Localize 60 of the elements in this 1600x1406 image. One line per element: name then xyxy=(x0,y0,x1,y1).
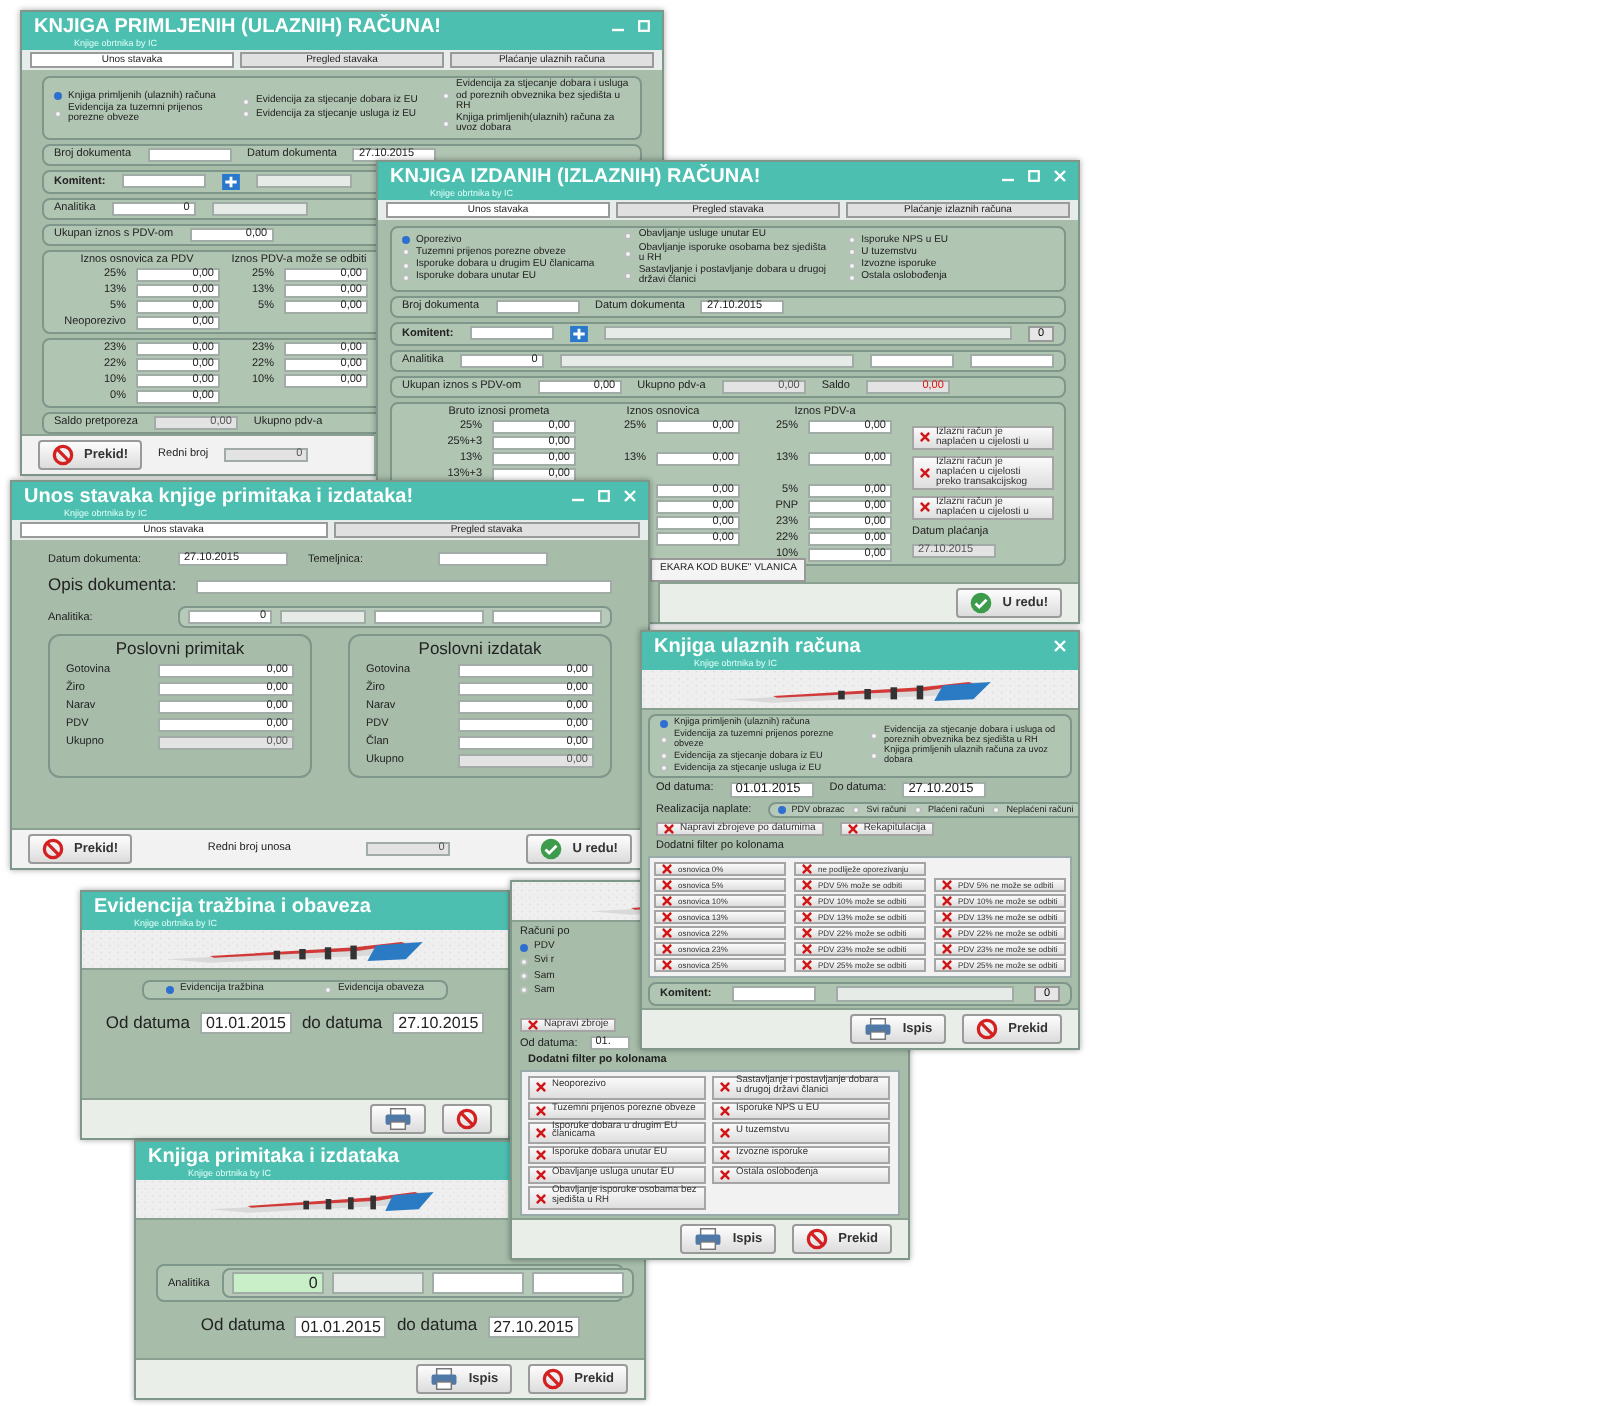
input-field[interactable]: 27.10.2015 xyxy=(487,1315,580,1338)
prohibition-icon xyxy=(456,1108,478,1130)
checkmark-icon xyxy=(540,838,563,860)
input-field[interactable] xyxy=(603,326,1012,341)
input-field[interactable] xyxy=(374,610,484,625)
printer-icon xyxy=(694,1228,723,1250)
prohibition-icon xyxy=(806,1228,829,1250)
input-field[interactable]: 27.10.2015 xyxy=(392,1012,485,1035)
input-field[interactable] xyxy=(870,353,954,368)
window-title: Knjiga primitaka i izdataka xyxy=(148,1146,400,1169)
icon-button[interactable] xyxy=(370,1104,426,1134)
window-title: Knjiga ulaznih računa xyxy=(654,636,861,659)
input-field[interactable]: 01.01.2015 xyxy=(294,1315,387,1338)
window-title: KNJIGA PRIMLJENIH (ULAZNIH) RAČUNA! xyxy=(34,16,442,39)
input-field[interactable] xyxy=(280,610,366,625)
input-field[interactable] xyxy=(211,201,308,216)
prohibition-icon xyxy=(976,1018,999,1040)
input-field[interactable] xyxy=(559,353,854,368)
input-field[interactable] xyxy=(147,147,232,162)
input-field[interactable] xyxy=(492,610,602,625)
input-field[interactable] xyxy=(835,986,1014,1003)
input-field[interactable] xyxy=(531,1272,624,1295)
input-field[interactable] xyxy=(970,353,1054,368)
window-title: Evidencija tražbina i obaveza xyxy=(94,896,371,919)
input-field[interactable] xyxy=(731,986,816,1003)
input-field[interactable]: 01.01.2015 xyxy=(199,1012,292,1035)
field-label: do datuma xyxy=(396,1312,478,1339)
field-label: Od datuma xyxy=(105,1009,190,1036)
input-field[interactable] xyxy=(196,579,612,594)
checkmark-icon xyxy=(970,592,993,614)
input-field[interactable] xyxy=(469,326,554,341)
window-title: Unos stavaka knjige primitaka i izdataka! xyxy=(24,486,414,509)
plus-icon[interactable] xyxy=(221,173,240,190)
input-field[interactable] xyxy=(255,174,352,189)
input-field[interactable] xyxy=(495,299,580,314)
maximize-icon[interactable] xyxy=(598,490,610,502)
maximize-icon[interactable] xyxy=(638,20,650,32)
prohibition-icon xyxy=(52,444,74,466)
printer-icon xyxy=(864,1018,893,1040)
panel-title: Poslovni primitak xyxy=(113,640,247,660)
input-field[interactable] xyxy=(431,1272,524,1295)
prohibition-icon xyxy=(42,838,64,860)
close-icon[interactable] xyxy=(624,490,636,502)
field-label: do datuma xyxy=(301,1009,383,1036)
maximize-icon[interactable] xyxy=(1028,170,1040,182)
printer-icon xyxy=(430,1368,459,1390)
field-label: Od datuma xyxy=(200,1312,285,1339)
plus-icon[interactable] xyxy=(569,325,588,342)
icon-button[interactable] xyxy=(442,1104,492,1134)
close-icon[interactable] xyxy=(1054,170,1066,182)
input-field[interactable]: 0 xyxy=(231,1272,324,1295)
input-field[interactable] xyxy=(121,174,206,189)
prohibition-icon xyxy=(542,1368,565,1390)
input-field[interactable] xyxy=(438,552,548,567)
field-label: Opis dokumenta: xyxy=(48,572,177,599)
window-title: KNJIGA IZDANIH (IZLAZNIH) RAČUNA! xyxy=(390,166,761,189)
input-field[interactable] xyxy=(331,1272,424,1295)
printer-icon xyxy=(384,1108,412,1130)
panel-title: Poslovni izdatak xyxy=(416,640,544,660)
close-icon[interactable] xyxy=(1054,640,1066,652)
